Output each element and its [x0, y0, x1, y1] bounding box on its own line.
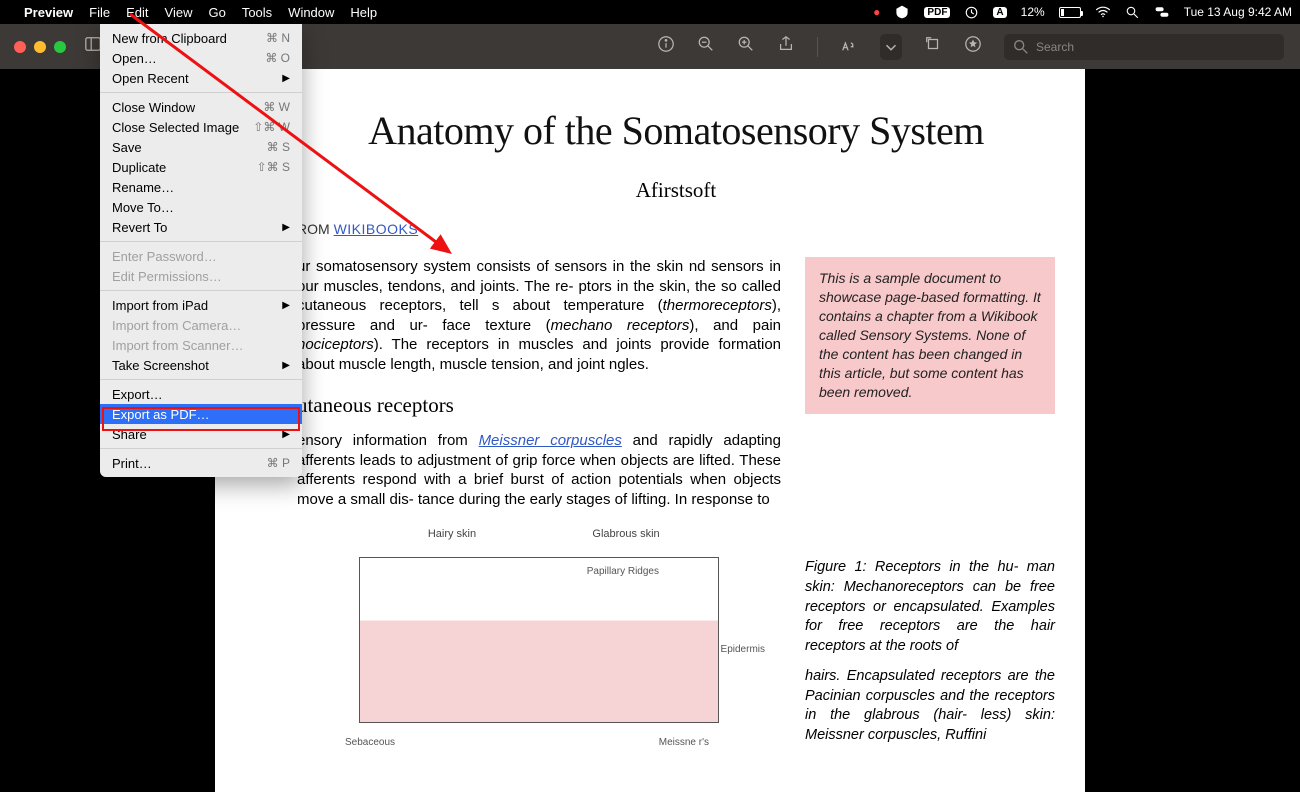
diag-label-hairy: Hairy skin	[366, 527, 537, 541]
spotlight-icon[interactable]	[1125, 5, 1140, 20]
diag-label-epidermis: Epidermis	[721, 643, 765, 656]
menu-item-open[interactable]: Open…⌘ O	[100, 48, 302, 68]
meissner-link[interactable]: Meissner corpuscles	[479, 432, 622, 449]
menu-item-export[interactable]: Export…	[100, 384, 302, 404]
wifi-icon[interactable]	[1095, 4, 1111, 20]
doc-source-line: ROM WIKIBOOKS	[297, 221, 1055, 237]
battery-icon[interactable]	[1059, 7, 1081, 18]
menu-item-move-to[interactable]: Move To…	[100, 197, 302, 217]
timemachine-icon[interactable]	[964, 5, 979, 20]
window-zoom-button[interactable]	[54, 41, 66, 53]
menu-item-import-from-ipad[interactable]: Import from iPad▶	[100, 295, 302, 315]
menu-item-new-from-clipboard[interactable]: New from Clipboard⌘ N	[100, 28, 302, 48]
left-column: ur somatosensory system consists of sens…	[297, 257, 781, 753]
pdf-status-icon[interactable]: PDF	[924, 7, 950, 18]
macos-menubar: Preview File Edit View Go Tools Window H…	[0, 0, 1300, 24]
search-placeholder: Search	[1036, 40, 1074, 54]
menu-separator	[100, 92, 302, 93]
auto-enhance-icon[interactable]	[964, 35, 982, 58]
malwarebytes-icon[interactable]	[894, 4, 910, 20]
menu-item-print[interactable]: Print…⌘ P	[100, 453, 302, 473]
doc-subtitle: Afirstsoft	[297, 178, 1055, 203]
menu-item-rename[interactable]: Rename…	[100, 177, 302, 197]
battery-percent[interactable]: 12%	[1021, 5, 1045, 19]
menu-tools[interactable]: Tools	[242, 5, 272, 20]
doc-title: Anatomy of the Somatosensory System	[297, 107, 1055, 154]
markup-icon[interactable]	[840, 35, 858, 58]
window-minimize-button[interactable]	[34, 41, 46, 53]
app-name[interactable]: Preview	[24, 5, 73, 20]
input-source-icon[interactable]: A	[993, 7, 1006, 18]
menu-separator	[100, 290, 302, 291]
zoom-in-icon[interactable]	[737, 35, 755, 58]
search-input[interactable]: Search	[1004, 34, 1284, 60]
figure-caption-b: hairs. Encapsulated receptors are the Pa…	[805, 667, 1055, 746]
rotate-icon[interactable]	[924, 35, 942, 58]
paragraph-1: ur somatosensory system consists of sens…	[297, 257, 781, 374]
diag-label-meissner: Meissne r's	[659, 736, 709, 749]
menu-file[interactable]: File	[89, 5, 110, 20]
menu-item-save[interactable]: Save⌘ S	[100, 137, 302, 157]
menu-item-open-recent[interactable]: Open Recent▶	[100, 68, 302, 88]
menu-help[interactable]: Help	[350, 5, 377, 20]
menu-window[interactable]: Window	[288, 5, 334, 20]
menu-item-import-from-scanner: Import from Scanner…	[100, 335, 302, 355]
info-callout-box: This is a sample document to showcase pa…	[805, 257, 1055, 414]
zoom-out-icon[interactable]	[697, 35, 715, 58]
menu-item-export-as-pdf[interactable]: Export as PDF…	[100, 404, 302, 424]
wikibooks-link[interactable]: WIKIBOOKS	[334, 221, 419, 237]
menu-separator	[100, 448, 302, 449]
document-page: Anatomy of the Somatosensory System Afir…	[215, 69, 1085, 792]
menu-separator	[100, 379, 302, 380]
file-menu-dropdown: New from Clipboard⌘ NOpen…⌘ OOpen Recent…	[100, 24, 302, 477]
menu-edit[interactable]: Edit	[126, 5, 148, 20]
menu-item-share[interactable]: Share▶	[100, 424, 302, 444]
diag-label-sebaceous: Sebaceous	[345, 736, 395, 749]
diag-label-glabrous: Glabrous skin	[541, 527, 712, 541]
diag-label-papillary: Papillary Ridges	[587, 565, 659, 578]
right-column: This is a sample document to showcase pa…	[805, 257, 1055, 753]
section-heading: utaneous receptors	[297, 392, 781, 419]
info-icon[interactable]	[657, 35, 675, 58]
toolbar-separator	[817, 37, 818, 57]
control-center-icon[interactable]	[1154, 4, 1170, 20]
paragraph-2: ensory information from Meissner corpusc…	[297, 431, 781, 509]
menu-separator	[100, 241, 302, 242]
menu-view[interactable]: View	[165, 5, 193, 20]
menu-go[interactable]: Go	[208, 5, 225, 20]
skin-diagram: Hairy skin Glabrous skin Papillary Ridge…	[349, 523, 729, 753]
menu-item-close-selected-image[interactable]: Close Selected Image⇧⌘ W	[100, 117, 302, 137]
menu-item-close-window[interactable]: Close Window⌘ W	[100, 97, 302, 117]
wikibooks-prefix: ROM	[297, 221, 334, 237]
menu-item-edit-permissions: Edit Permissions…	[100, 266, 302, 286]
menubar-datetime[interactable]: Tue 13 Aug 9:42 AM	[1184, 5, 1292, 19]
share-icon[interactable]	[777, 35, 795, 58]
menu-item-duplicate[interactable]: Duplicate⇧⌘ S	[100, 157, 302, 177]
figure-caption-a: Figure 1: Receptors in the hu- man skin:…	[805, 558, 1055, 657]
search-icon	[1012, 38, 1030, 56]
recording-indicator-icon[interactable]: ●	[873, 5, 880, 19]
menu-item-import-from-camera: Import from Camera…	[100, 315, 302, 335]
window-close-button[interactable]	[14, 41, 26, 53]
menu-item-enter-password: Enter Password…	[100, 246, 302, 266]
menu-item-take-screenshot[interactable]: Take Screenshot▶	[100, 355, 302, 375]
markup-dropdown-button[interactable]	[880, 34, 902, 60]
menu-item-revert-to[interactable]: Revert To▶	[100, 217, 302, 237]
